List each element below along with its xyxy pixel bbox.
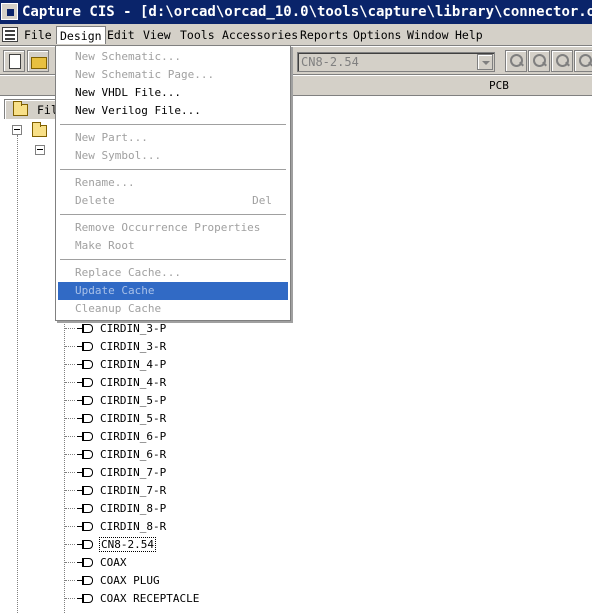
part-label: CIRDIN_5-P — [100, 394, 167, 407]
part-icon — [77, 576, 93, 585]
part-icon — [77, 414, 93, 423]
menu-item-delete-label: Delete — [75, 194, 115, 207]
part-label: CIRDIN_6-P — [100, 430, 167, 443]
menu-accessories[interactable]: Accessories — [219, 26, 301, 44]
menu-item-delete[interactable]: Delete Del — [58, 192, 288, 210]
menu-design[interactable]: Design — [56, 26, 106, 44]
list-item[interactable]: COAX RECEPTACLE — [65, 590, 265, 608]
list-item[interactable]: CIRDIN_5-P — [65, 392, 265, 410]
list-item[interactable]: CN8-2.54 — [65, 536, 265, 554]
part-label: CIRDIN_6-R — [100, 448, 167, 461]
part-name-combobox[interactable]: CN8-2.54 — [297, 52, 495, 72]
tree-line — [17, 135, 18, 613]
menu-separator — [60, 169, 286, 171]
menu-separator — [60, 124, 286, 126]
part-label: CIRDIN_8-R — [100, 520, 167, 533]
part-label: CIRDIN_3-P — [100, 322, 167, 335]
list-item[interactable]: CIRDIN_7-P — [65, 464, 265, 482]
menu-item-new-symbol[interactable]: New Symbol... — [58, 147, 288, 165]
part-icon — [77, 378, 93, 387]
list-item[interactable]: CIRDIN_8-R — [65, 518, 265, 536]
list-item[interactable]: CIRDIN_5-R — [65, 410, 265, 428]
list-item[interactable]: CIRDIN_4-P — [65, 356, 265, 374]
list-item[interactable]: CIRDIN_6-P — [65, 428, 265, 446]
zoom-out-icon[interactable] — [528, 50, 550, 72]
list-item[interactable]: COAX PLUG — [65, 572, 265, 590]
list-item[interactable]: CIRDIN_3-R — [65, 338, 265, 356]
menu-separator — [60, 214, 286, 216]
list-item[interactable]: CIRDIN_8-P — [65, 500, 265, 518]
open-folder-button[interactable] — [27, 50, 49, 72]
part-label: CN8-2.54 — [99, 537, 156, 552]
tree-collapse-icon[interactable] — [12, 125, 22, 135]
title-bar: Capture CIS - [d:\orcad\orcad_10.0\tools… — [0, 0, 592, 24]
menu-item-cleanup-cache[interactable]: Cleanup Cache — [58, 300, 288, 318]
list-item[interactable]: CIRDIN_3-P — [65, 320, 265, 338]
part-icon — [77, 558, 93, 567]
part-icon — [77, 342, 93, 351]
menu-item-remove-occurrence-properties[interactable]: Remove Occurrence Properties — [58, 219, 288, 237]
menu-item-new-schematic-page[interactable]: New Schematic Page... — [58, 66, 288, 84]
part-icon — [77, 324, 93, 333]
menu-item-new-verilog-file[interactable]: New Verilog File... — [58, 102, 288, 120]
menu-view[interactable]: View — [140, 26, 174, 44]
tree-collapse-icon[interactable] — [35, 145, 45, 155]
menu-tools[interactable]: Tools — [177, 26, 218, 44]
zoom-area-icon[interactable] — [551, 50, 573, 72]
part-label: CIRDIN_7-P — [100, 466, 167, 479]
part-combo-value: CN8-2.54 — [301, 55, 359, 69]
menu-item-new-schematic[interactable]: New Schematic... — [58, 48, 288, 66]
menu-edit[interactable]: Edit — [104, 26, 138, 44]
menu-item-update-cache[interactable]: Update Cache — [58, 282, 288, 300]
part-label: CIRDIN_5-R — [100, 412, 167, 425]
menu-item-new-vhdl-file[interactable]: New VHDL File... — [58, 84, 288, 102]
part-icon — [77, 396, 93, 405]
menu-item-make-root[interactable]: Make Root — [58, 237, 288, 255]
menu-item-new-part[interactable]: New Part... — [58, 129, 288, 147]
design-menu-dropdown: New Schematic... New Schematic Page... N… — [55, 45, 291, 321]
part-label: CIRDIN_8-P — [100, 502, 167, 515]
zoom-all-icon[interactable] — [574, 50, 592, 72]
menu-reports[interactable]: Reports — [297, 26, 351, 44]
menu-item-replace-cache[interactable]: Replace Cache... — [58, 264, 288, 282]
list-item[interactable]: COAX — [65, 554, 265, 572]
menu-bar: File Design Edit View Tools Accessories … — [0, 24, 592, 46]
part-label: CIRDIN_4-P — [100, 358, 167, 371]
new-file-button[interactable] — [3, 50, 25, 72]
folder-icon — [13, 101, 28, 116]
part-icon — [77, 432, 93, 441]
list-item[interactable]: CIRDIN_7-R — [65, 482, 265, 500]
menu-options[interactable]: Options — [350, 26, 404, 44]
document-icon[interactable] — [2, 27, 18, 42]
part-icon — [77, 360, 93, 369]
part-icon — [77, 468, 93, 477]
delete-shortcut: Del — [252, 194, 272, 207]
part-icon — [77, 540, 93, 549]
menu-help[interactable]: Help — [452, 26, 486, 44]
folder-icon — [32, 122, 47, 137]
menu-window[interactable]: Window — [404, 26, 452, 44]
part-label: CIRDIN_4-R — [100, 376, 167, 389]
menu-item-rename[interactable]: Rename... — [58, 174, 288, 192]
part-label: COAX RECEPTACLE — [100, 592, 200, 605]
menu-file[interactable]: File — [21, 26, 55, 44]
part-icon — [77, 522, 93, 531]
part-icon — [77, 504, 93, 513]
part-label: CIRDIN_3-R — [100, 340, 167, 353]
dropdown-arrow-icon[interactable] — [477, 54, 493, 70]
list-item[interactable]: CIRDIN_4-R — [65, 374, 265, 392]
menu-separator — [60, 259, 286, 261]
zoom-in-icon[interactable] — [505, 50, 527, 72]
list-item[interactable]: CIRDIN_6-R — [65, 446, 265, 464]
part-label: COAX — [100, 556, 127, 569]
part-label: CIRDIN_7-R — [100, 484, 167, 497]
part-icon — [77, 450, 93, 459]
window-title: Capture CIS - [d:\orcad\orcad_10.0\tools… — [22, 4, 592, 20]
app-icon[interactable] — [1, 3, 18, 20]
part-icon — [77, 594, 93, 603]
part-label: COAX PLUG — [100, 574, 160, 587]
pcb-column-label: PCB — [489, 79, 509, 92]
part-icon — [77, 486, 93, 495]
